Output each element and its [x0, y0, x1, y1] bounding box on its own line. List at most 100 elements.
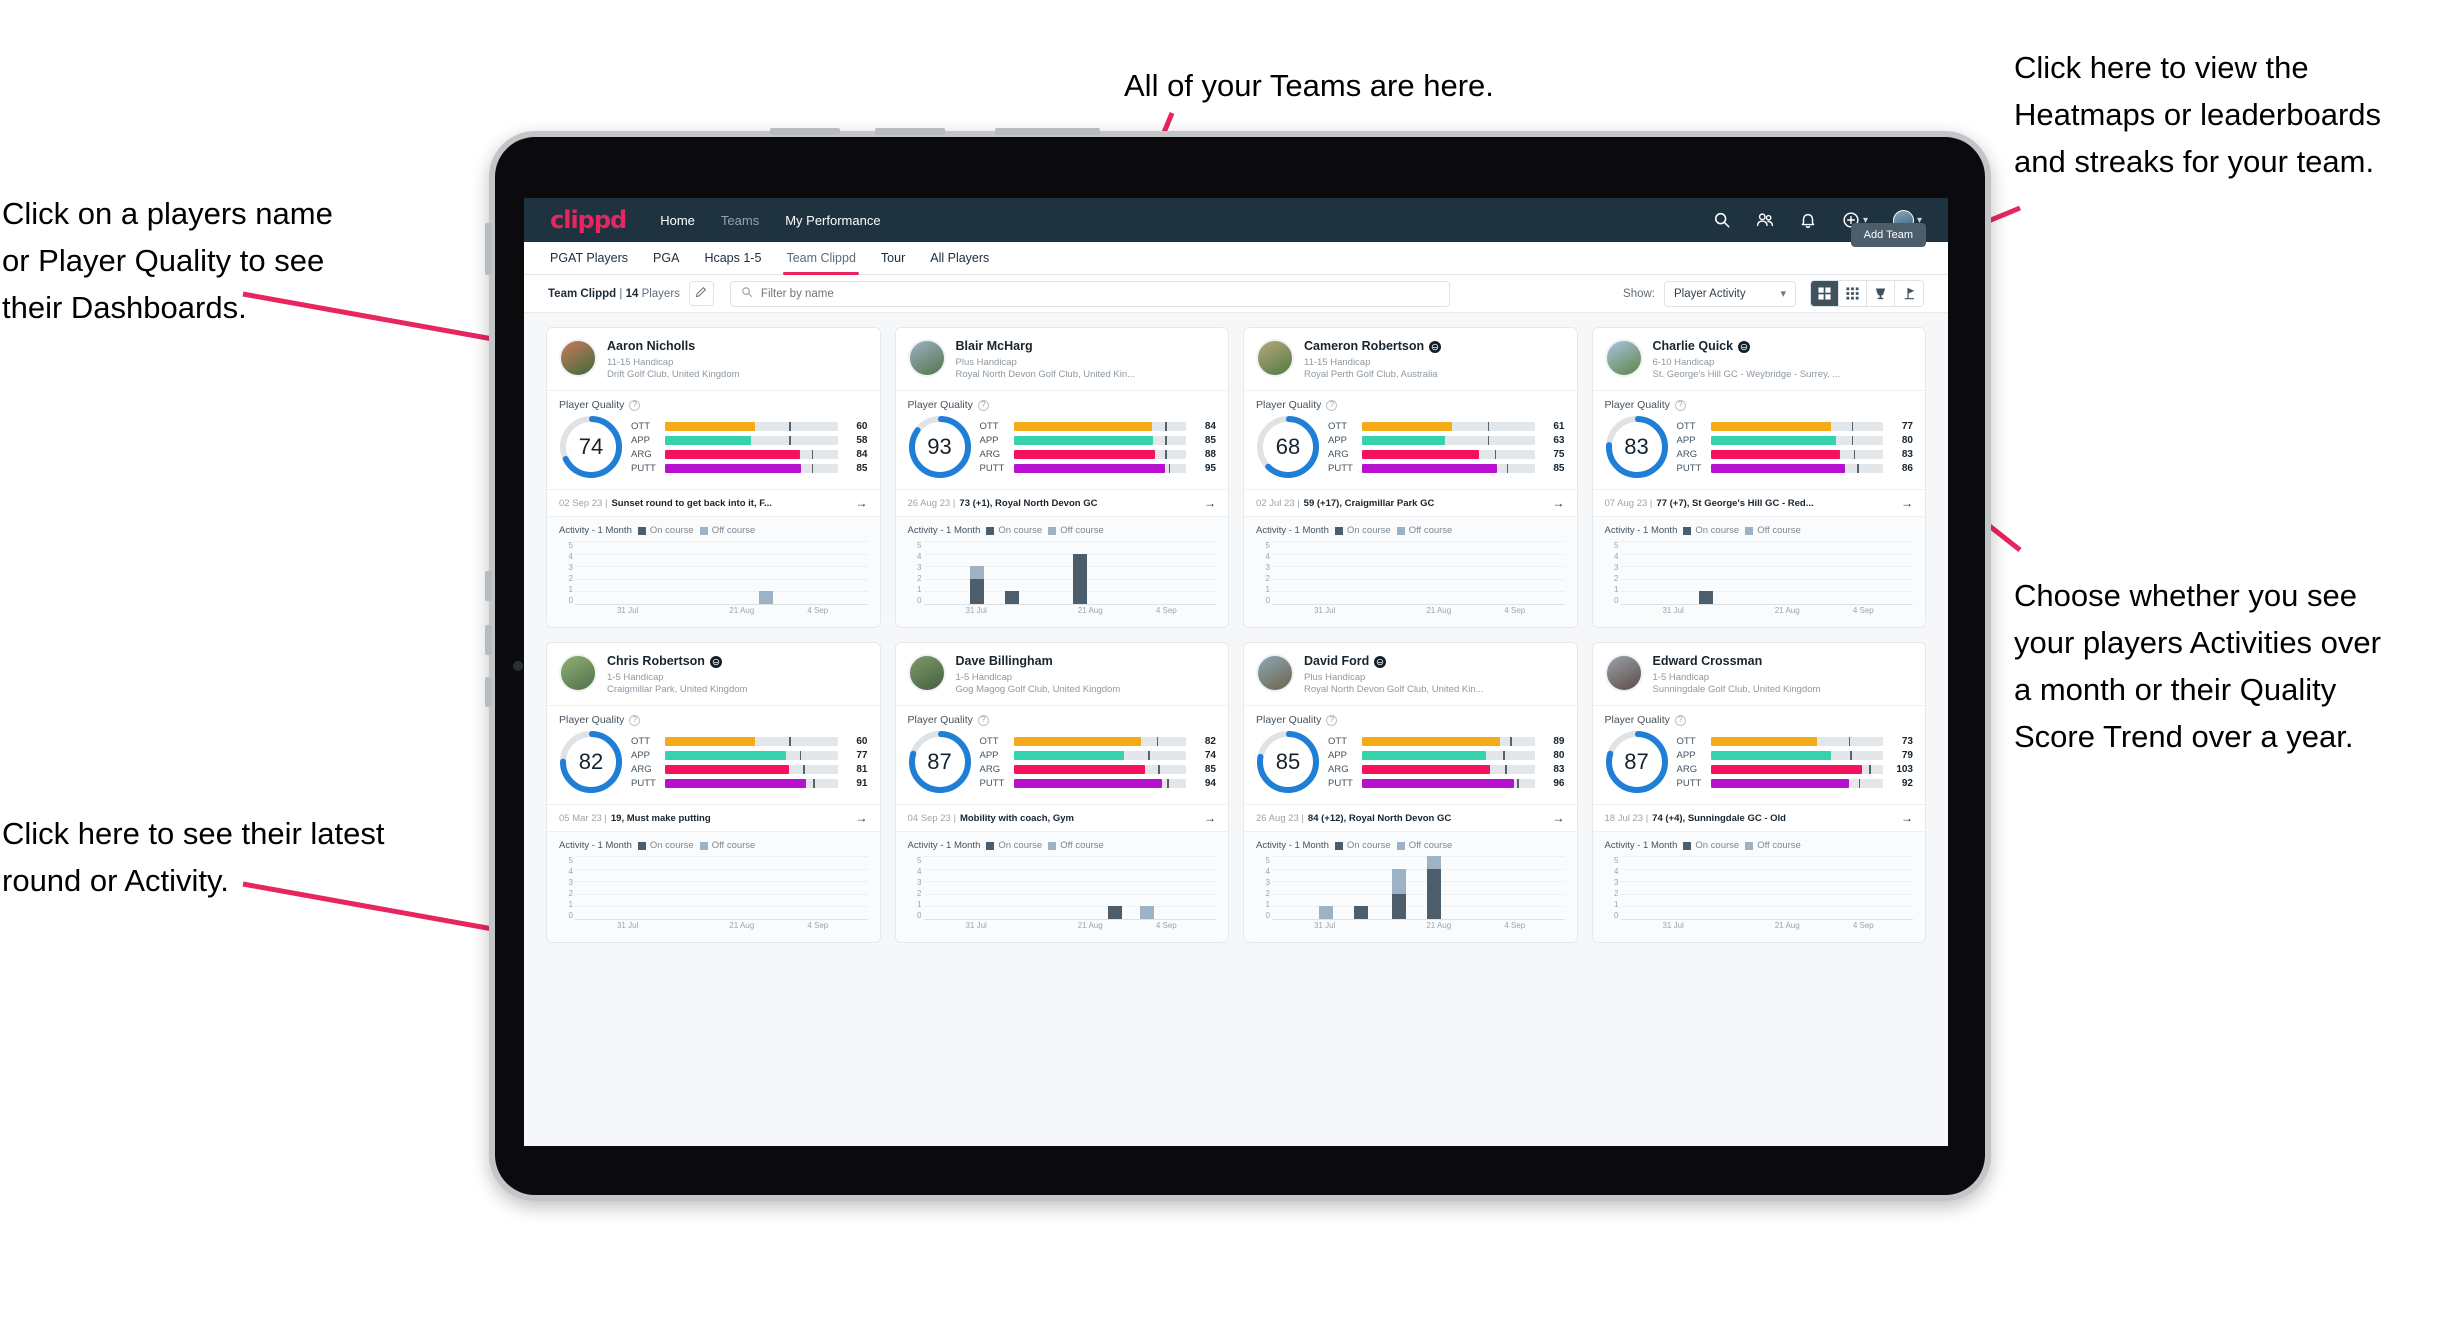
help-circle-icon[interactable]: ? — [977, 714, 989, 726]
avatar[interactable] — [559, 339, 597, 377]
player-card[interactable]: Cameron Robertson 11-15 Handicap Royal Per… — [1243, 327, 1578, 628]
latest-round-row[interactable]: 02 Sep 23 | Sunset round to get back into… — [547, 489, 880, 516]
player-card[interactable]: Chris Robertson 1-5 Handicap Craigmillar P… — [546, 642, 881, 943]
view-toggle-grid-small[interactable] — [1839, 281, 1867, 306]
player-card-header[interactable]: Cameron Robertson 11-15 Handicap Royal Per… — [1244, 328, 1577, 390]
edit-team-button[interactable] — [688, 281, 714, 306]
help-circle-icon[interactable]: ? — [629, 399, 641, 411]
help-circle-icon[interactable]: ? — [1326, 399, 1338, 411]
player-quality-section[interactable]: Player Quality? 87 OTT 82 APP 74 ARG 85 PUTT 94 — [895, 705, 1228, 804]
player-name[interactable]: Dave Billingham — [956, 654, 1121, 669]
view-toggle-trophy[interactable] — [1867, 281, 1895, 306]
metric-row: PUTT 86 — [1677, 463, 1914, 474]
y-tick: 0 — [1265, 911, 1270, 920]
bell-icon[interactable] — [1799, 211, 1817, 229]
metric-value: 103 — [1896, 763, 1913, 775]
player-name[interactable]: Cameron Robertson — [1304, 339, 1442, 354]
player-name[interactable]: Aaron Nicholls — [607, 339, 740, 354]
player-quality-section[interactable]: Player Quality? 74 OTT 60 APP 58 ARG 84 PUTT 85 — [547, 390, 880, 489]
tab-team-clippd[interactable]: Team Clippd — [783, 242, 860, 275]
latest-round-row[interactable]: 05 Mar 23 | 19, Must make putting → — [547, 804, 880, 831]
player-name[interactable]: Blair McHarg — [956, 339, 1136, 354]
plot-area — [1272, 541, 1565, 605]
tab-pgat-players[interactable]: PGAT Players — [550, 242, 628, 275]
player-card-header[interactable]: Blair McHarg Plus Handicap Royal North Dev… — [896, 328, 1229, 390]
show-select[interactable]: Player Activity ▾ — [1664, 280, 1796, 307]
arrow-right-icon[interactable]: → — [848, 496, 868, 510]
search-input[interactable] — [760, 287, 1439, 300]
arrow-right-icon[interactable]: → — [848, 811, 868, 825]
player-card[interactable]: Dave Billingham 1-5 Handicap Gog Magog Gol… — [894, 642, 1229, 943]
metric-value: 60 — [856, 735, 868, 747]
player-name[interactable]: David Ford — [1304, 654, 1484, 669]
player-card[interactable]: Blair McHarg Plus Handicap Royal North Dev… — [894, 327, 1229, 628]
search-icon[interactable] — [1713, 211, 1731, 229]
latest-round-row[interactable]: 04 Sep 23 | Mobility with coach, Gym → — [895, 804, 1228, 831]
player-card-header[interactable]: Edward Crossman 1-5 Handicap Sunningdale G… — [1593, 643, 1926, 705]
activity-title: Activity - 1 Month — [1256, 840, 1329, 851]
round-description: Mobility with coach, Gym — [959, 812, 1074, 824]
player-name[interactable]: Edward Crossman — [1653, 654, 1821, 669]
view-toggle-grid-large[interactable] — [1811, 281, 1839, 306]
latest-round-row[interactable]: 26 Aug 23 | 73 (+1), Royal North Devon GC… — [895, 489, 1228, 516]
nav-link-my-performance[interactable]: My Performance — [785, 213, 880, 228]
player-card-header[interactable]: Charlie Quick 6-10 Handicap St. George's H… — [1593, 328, 1926, 390]
quality-score-ring: 68 — [1256, 415, 1320, 479]
player-card[interactable]: Charlie Quick 6-10 Handicap St. George's H… — [1591, 327, 1926, 628]
y-tick: 3 — [917, 878, 922, 887]
help-circle-icon[interactable]: ? — [977, 399, 989, 411]
player-quality-section[interactable]: Player Quality? 87 OTT 73 APP 79 ARG 103 PUTT 92 — [1592, 705, 1925, 804]
latest-round-row[interactable]: 02 Jul 23 | 59 (+17), Craigmillar Park GC… — [1244, 489, 1577, 516]
latest-round-row[interactable]: 18 Jul 23 | 74 (+4), Sunningdale GC - Old… — [1592, 804, 1925, 831]
x-tick: 31 Jul — [1662, 606, 1684, 615]
help-circle-icon[interactable]: ? — [629, 714, 641, 726]
view-toggle-flag[interactable] — [1895, 281, 1923, 306]
arrow-right-icon[interactable]: → — [1545, 496, 1565, 510]
avatar[interactable] — [559, 654, 597, 692]
player-card-header[interactable]: David Ford Plus Handicap Royal North Devon… — [1244, 643, 1577, 705]
player-name[interactable]: Charlie Quick — [1653, 339, 1841, 354]
nav-link-home[interactable]: Home — [660, 213, 695, 228]
arrow-right-icon[interactable]: → — [1893, 811, 1913, 825]
player-quality-section[interactable]: Player Quality? 85 OTT 89 APP 80 ARG 83 PUTT 96 — [1244, 705, 1577, 804]
arrow-right-icon[interactable]: → — [1545, 811, 1565, 825]
nav-link-teams[interactable]: Teams — [721, 213, 759, 228]
avatar[interactable] — [1604, 654, 1643, 692]
metric-list: OTT 61 APP 63 ARG 75 PUTT 85 — [1328, 421, 1565, 474]
player-card-header[interactable]: Aaron Nicholls 11-15 Handicap Drift Golf C… — [547, 328, 880, 390]
search-field-wrapper[interactable] — [729, 280, 1450, 307]
arrow-right-icon[interactable]: → — [1893, 496, 1913, 510]
player-quality-section[interactable]: Player Quality? 82 OTT 60 APP 77 ARG 81 PUTT 91 — [547, 705, 880, 804]
player-quality-section[interactable]: Player Quality? 93 OTT 84 APP 85 ARG 88 PUTT 95 — [895, 390, 1228, 489]
metric-label: APP — [1676, 434, 1696, 446]
activity-header: Activity - 1 Month On course Off course — [1605, 525, 1914, 536]
arrow-right-icon[interactable]: → — [1196, 496, 1216, 510]
clippd-logo[interactable]: clippd — [550, 206, 627, 234]
player-card-header[interactable]: Chris Robertson 1-5 Handicap Craigmillar P… — [547, 643, 880, 705]
tab-hcaps-1-5[interactable]: Hcaps 1-5 — [704, 242, 761, 275]
add-team-button[interactable]: Add Team — [1850, 223, 1926, 247]
player-card[interactable]: Aaron Nicholls 11-15 Handicap Drift Golf C… — [546, 327, 881, 628]
player-card-header[interactable]: Dave Billingham 1-5 Handicap Gog Magog Gol… — [896, 643, 1229, 705]
latest-round-row[interactable]: 26 Aug 23 | 84 (+12), Royal North Devon G… — [1244, 804, 1577, 831]
latest-round-row[interactable]: 07 Aug 23 | 77 (+7), St George's Hill GC … — [1592, 489, 1925, 516]
avatar[interactable] — [907, 654, 946, 692]
help-circle-icon[interactable]: ? — [1326, 714, 1338, 726]
tab-all-players[interactable]: All Players — [930, 242, 989, 275]
player-quality-section[interactable]: Player Quality? 68 OTT 61 APP 63 ARG 75 PUTT 85 — [1244, 390, 1577, 489]
player-card[interactable]: David Ford Plus Handicap Royal North Devon… — [1243, 642, 1578, 943]
metric-label: PUTT — [979, 777, 1005, 789]
player-card[interactable]: Edward Crossman 1-5 Handicap Sunningdale G… — [1591, 642, 1926, 943]
help-circle-icon[interactable]: ? — [1674, 714, 1686, 726]
help-circle-icon[interactable]: ? — [1674, 399, 1686, 411]
avatar[interactable] — [1256, 654, 1294, 692]
arrow-right-icon[interactable]: → — [1196, 811, 1216, 825]
avatar[interactable] — [907, 339, 946, 377]
avatar[interactable] — [1604, 339, 1643, 377]
player-name[interactable]: Chris Robertson — [607, 654, 747, 669]
tab-tour[interactable]: Tour — [881, 242, 905, 275]
people-icon[interactable] — [1756, 211, 1774, 229]
player-quality-section[interactable]: Player Quality? 83 OTT 77 APP 80 ARG 83 PUTT 86 — [1592, 390, 1925, 489]
tab-pga[interactable]: PGA — [653, 242, 679, 275]
avatar[interactable] — [1256, 339, 1294, 377]
